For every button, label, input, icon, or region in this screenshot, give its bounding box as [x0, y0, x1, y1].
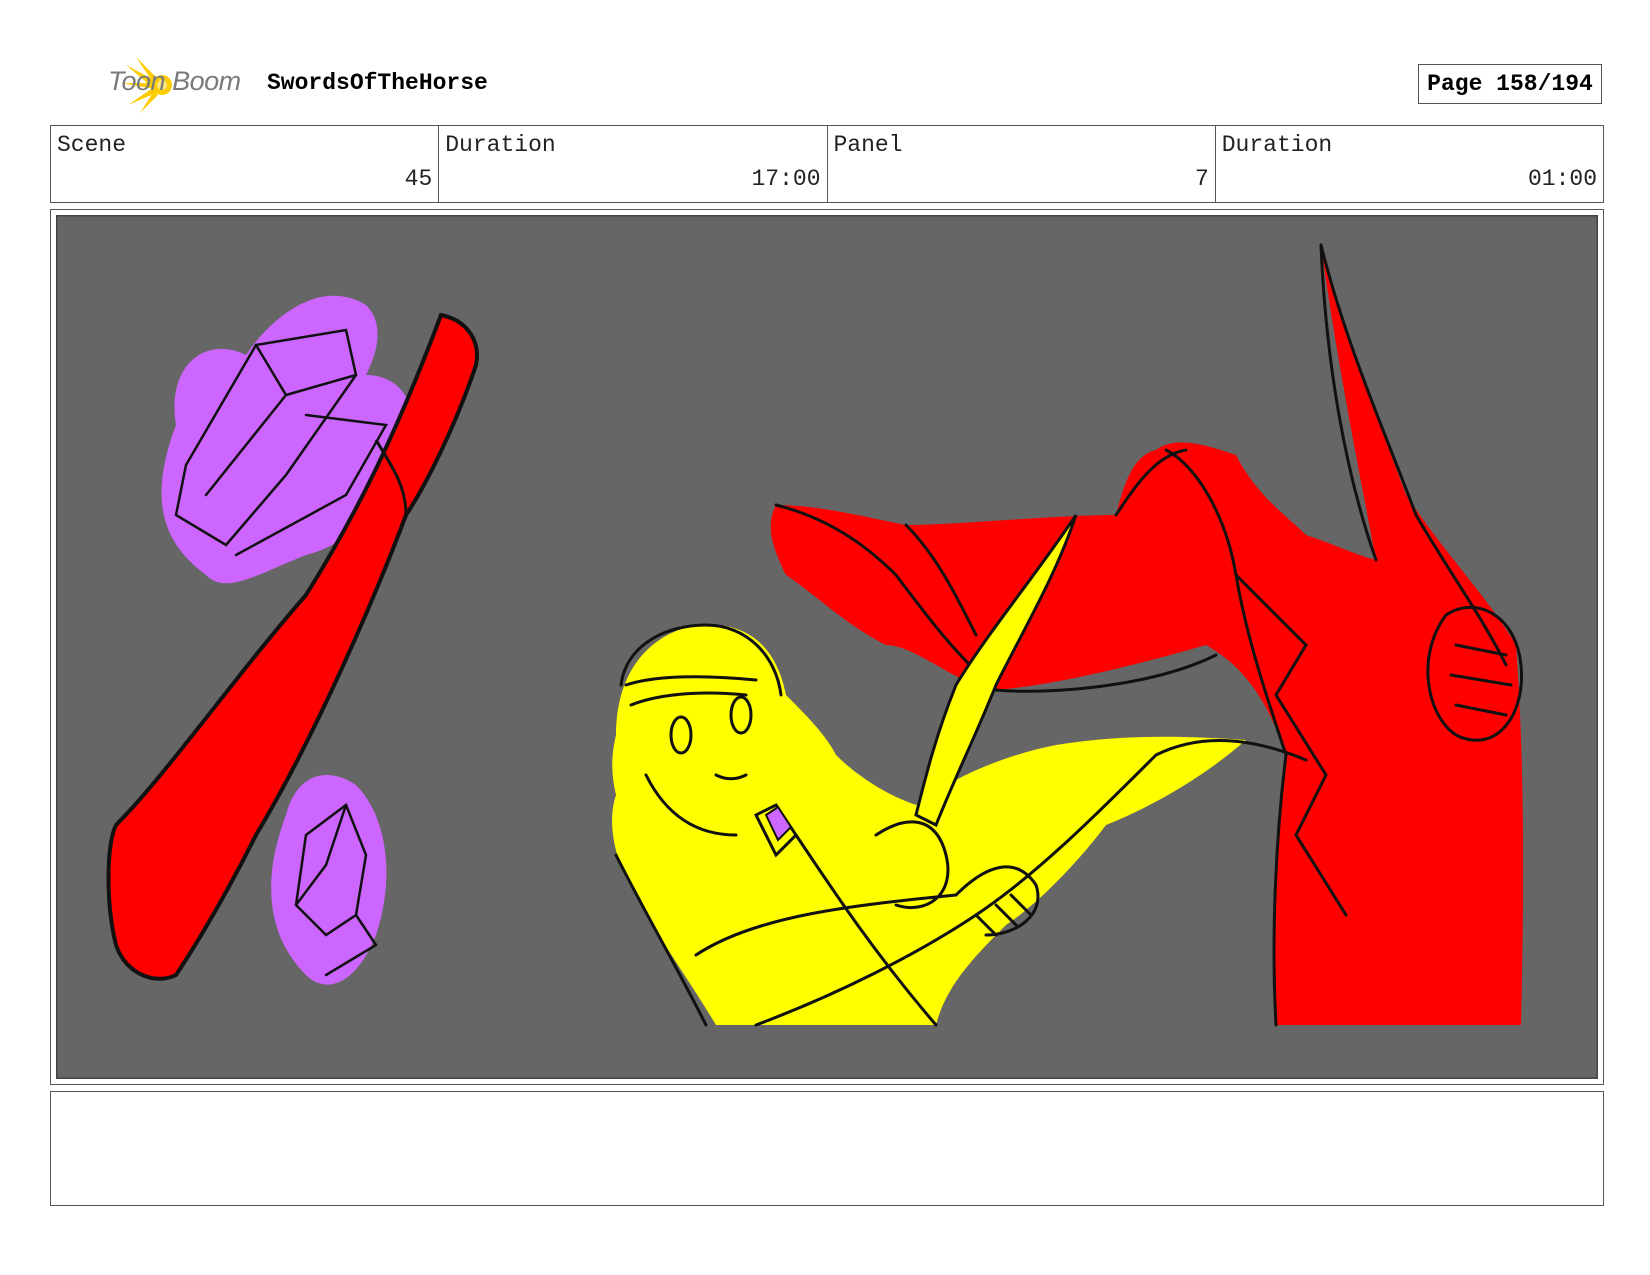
notes-box: [50, 1091, 1604, 1206]
scene-label: Scene: [57, 132, 127, 158]
scene-duration-cell: Duration 17:00: [439, 126, 828, 202]
scene-duration-value: 17:00: [751, 166, 821, 192]
project-title: SwordsOfTheHorse: [267, 70, 488, 96]
panel-info-table: Scene 45 Duration 17:00 Panel 7 Duration…: [50, 125, 1604, 203]
logo-text: Toon Boom: [108, 66, 241, 96]
storyboard-drawing: [56, 215, 1598, 1079]
panel-value: 7: [1194, 166, 1209, 192]
page-number: Page 158/194: [1418, 64, 1602, 104]
panel-label: Panel: [833, 132, 903, 158]
panel-cell: Panel 7: [828, 126, 1216, 202]
panel-duration-value: 01:00: [1527, 166, 1597, 192]
scene-value: 45: [404, 166, 433, 192]
scene-cell: Scene 45: [51, 126, 440, 202]
panel-duration-label: Duration: [1221, 132, 1333, 158]
panel-duration-cell: Duration 01:00: [1216, 126, 1603, 202]
scene-duration-label: Duration: [445, 132, 556, 158]
